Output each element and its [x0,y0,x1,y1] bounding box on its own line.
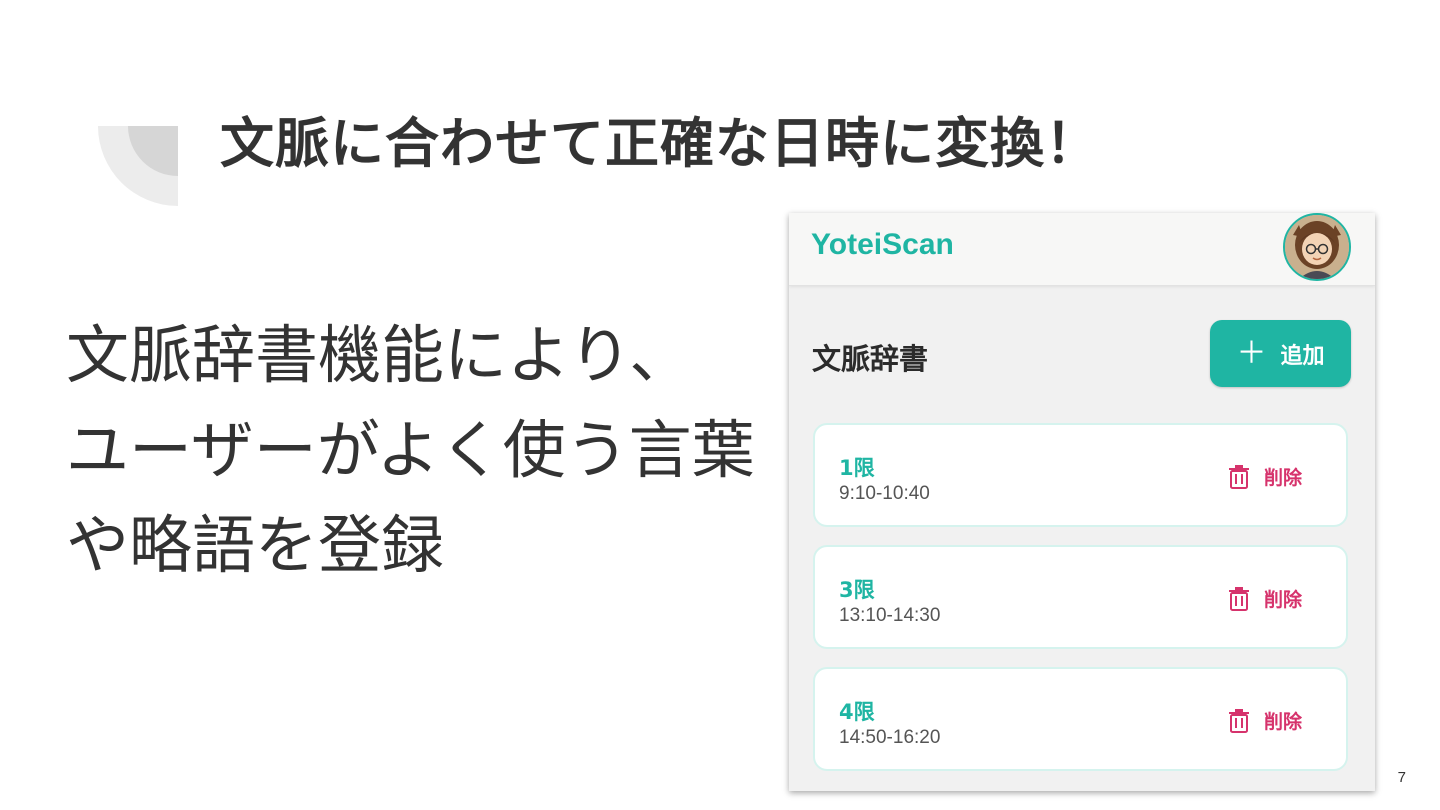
trash-icon [1228,464,1249,489]
body-line: ユーザーがよく使う言葉 [66,414,755,487]
list-item[interactable]: 4限 14:50-16:20 削除 [813,667,1348,771]
delete-label: 削除 [1263,589,1302,611]
trash-icon [1228,708,1249,733]
add-button-label: 追加 [1280,343,1325,369]
entry-label: 4限 [839,700,875,724]
add-button[interactable]: ＋ 追加 [1210,320,1351,387]
app-header: YoteiScan [789,213,1375,286]
slide-title: 文脈に合わせて正確な日時に変換！ [220,112,1100,175]
entry-time: 14:50-16:20 [839,727,941,748]
delete-label: 削除 [1263,711,1302,733]
avatar-illustration [1285,215,1349,279]
entry-label: 3限 [839,578,875,602]
body-line: や略語を登録 [66,509,444,582]
section-title: 文脈辞書 [812,342,929,376]
entry-time: 13:10-14:30 [839,605,941,626]
delete-label: 削除 [1263,467,1302,489]
delete-button[interactable]: 削除 [1228,585,1302,612]
list-item[interactable]: 3限 13:10-14:30 削除 [813,545,1348,649]
decorative-corner-shape [98,126,178,206]
delete-button[interactable]: 削除 [1228,463,1302,490]
app-screenshot: YoteiScan 文脈辞書 ＋ 追加 1限 9:10-10:40 削除 3限 … [789,213,1375,791]
user-avatar-icon[interactable] [1283,213,1351,281]
plus-icon: ＋ [1236,335,1267,371]
slide-body-text: 文脈辞書機能により、 ユーザーがよく使う言葉 や略語を登録 [66,308,786,593]
trash-icon [1228,586,1249,611]
app-name: YoteiScan [811,228,954,261]
list-item[interactable]: 1限 9:10-10:40 削除 [813,423,1348,527]
delete-button[interactable]: 削除 [1228,707,1302,734]
entry-time: 9:10-10:40 [839,483,930,504]
entry-label: 1限 [839,456,875,480]
page-number: 7 [1397,769,1406,786]
body-line: 文脈辞書機能により、 [66,319,693,392]
